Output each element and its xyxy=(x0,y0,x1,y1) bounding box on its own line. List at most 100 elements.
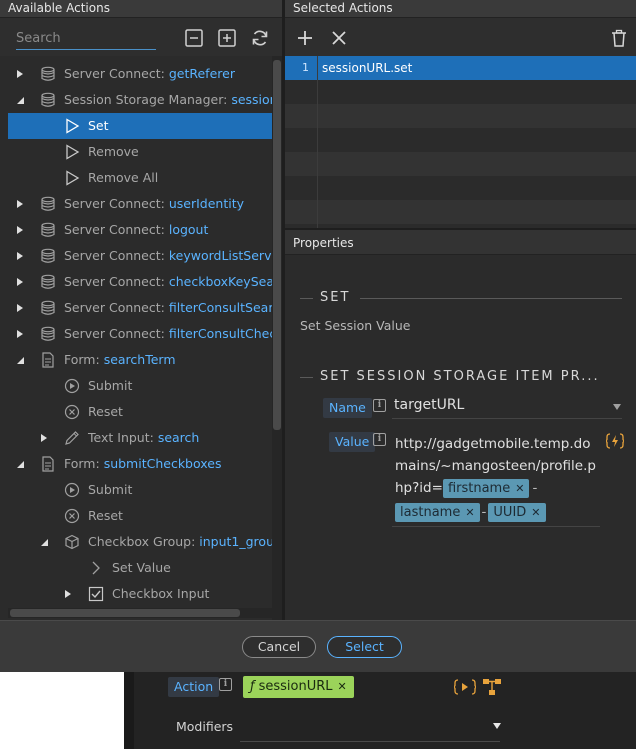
token-label: UUID xyxy=(493,505,527,520)
tree-item[interactable]: Server Connect: filterConsultSearch xyxy=(8,295,272,321)
caret-down-icon[interactable] xyxy=(16,460,24,468)
token-lastname[interactable]: lastname ✕ xyxy=(395,503,480,522)
action-picker-icon[interactable] xyxy=(454,679,476,695)
tree-item-type: Form: xyxy=(64,456,104,471)
actions-tree: Server Connect: getReferer Session Storag… xyxy=(8,61,272,617)
tree-item[interactable]: Reset xyxy=(8,503,272,529)
tree-item[interactable]: Form: submitCheckboxes xyxy=(8,451,272,477)
tree-item-type: Submit xyxy=(88,378,133,393)
chevron-down-icon[interactable] xyxy=(612,403,622,411)
section-rule xyxy=(300,298,313,299)
tree-item-label: Set Value xyxy=(112,555,171,581)
database-icon xyxy=(41,66,55,81)
tree-item-label: Remove All xyxy=(88,165,158,191)
chevron-down-icon[interactable] xyxy=(493,722,501,730)
trash-icon[interactable] xyxy=(609,28,629,48)
properties-splitter[interactable] xyxy=(285,228,636,230)
caret-right-icon[interactable] xyxy=(16,200,24,208)
token-remove-icon[interactable]: ✕ xyxy=(465,506,474,519)
caret-right-icon[interactable] xyxy=(16,304,24,312)
caret-right-icon[interactable] xyxy=(64,590,72,598)
info-icon[interactable]: i xyxy=(373,433,386,446)
play-icon xyxy=(66,170,80,186)
caret-right-icon[interactable] xyxy=(16,252,24,260)
token-remove-icon[interactable]: ✕ xyxy=(338,680,347,693)
selected-action-text[interactable]: sessionURL.set xyxy=(322,56,412,80)
database-icon xyxy=(41,274,55,289)
name-input[interactable]: targetURL xyxy=(394,397,464,413)
tree-item-type: Server Connect: xyxy=(64,196,169,211)
tree-item-type: Submit xyxy=(88,482,133,497)
submit-icon xyxy=(64,378,80,394)
tree-item[interactable]: Submit xyxy=(8,477,272,503)
tree-item-name: searchTerm xyxy=(103,352,176,367)
tree-item-type: Session Storage Manager: xyxy=(64,92,232,107)
refresh-icon[interactable] xyxy=(250,28,270,48)
caret-down-icon[interactable] xyxy=(16,96,24,104)
expand-all-icon[interactable] xyxy=(217,28,237,48)
tree-item[interactable]: Set xyxy=(8,113,272,139)
empty-row xyxy=(285,104,636,128)
caret-right-icon[interactable] xyxy=(16,278,24,286)
dialog-footer xyxy=(0,620,636,672)
form-icon xyxy=(42,352,54,368)
caret-right-icon[interactable] xyxy=(16,226,24,234)
caret-right-icon[interactable] xyxy=(16,70,24,78)
tree-item[interactable]: Form: searchTerm xyxy=(8,347,272,373)
pencil-icon xyxy=(65,431,79,445)
tree-item[interactable]: Server Connect: getReferer xyxy=(8,61,272,87)
action-token[interactable]: ƒ sessionURL ✕ xyxy=(243,676,354,698)
select-button[interactable]: Select xyxy=(327,636,402,658)
close-icon[interactable] xyxy=(329,28,349,48)
tree-item[interactable]: Server Connect: userIdentity xyxy=(8,191,272,217)
token-remove-icon[interactable]: ✕ xyxy=(531,506,540,519)
tree-item[interactable]: Remove xyxy=(8,139,272,165)
database-icon xyxy=(41,196,55,211)
value-label: Value xyxy=(329,432,376,452)
caret-right-icon[interactable] xyxy=(16,330,24,338)
tree-item[interactable]: Server Connect: checkboxKeySearch xyxy=(8,269,272,295)
tree-item[interactable]: Server Connect: keywordListServconnect xyxy=(8,243,272,269)
value-text-prefix: hp?id= xyxy=(395,480,443,496)
tree-item-name: search xyxy=(157,430,200,445)
cancel-button[interactable]: Cancel xyxy=(242,636,316,658)
tree-item-label: Form: submitCheckboxes xyxy=(64,451,221,477)
caret-right-icon[interactable] xyxy=(40,434,48,442)
token-firstname[interactable]: firstname ✕ xyxy=(442,479,530,498)
tree-item[interactable]: Server Connect: filterConsultCheckbox xyxy=(8,321,272,347)
tree-item[interactable]: Reset xyxy=(8,399,272,425)
tree-item[interactable]: Remove All xyxy=(8,165,272,191)
caret-down-icon[interactable] xyxy=(16,356,24,364)
tree-item[interactable]: Server Connect: logout xyxy=(8,217,272,243)
tree-item[interactable]: Session Storage Manager: sessionURL xyxy=(8,87,272,113)
tree-item-label: Text Input: search xyxy=(88,425,199,451)
flow-icon[interactable] xyxy=(482,678,502,696)
token-uuid[interactable]: UUID ✕ xyxy=(488,503,546,522)
tree-item[interactable]: Submit xyxy=(8,373,272,399)
value-editor[interactable]: http://gadgetmobile.temp.do mains/~mango… xyxy=(395,433,600,523)
tree-scrollbar-thumb[interactable] xyxy=(273,60,281,430)
search-input[interactable] xyxy=(16,28,156,50)
tree-item-name: filterConsultCheckbox xyxy=(168,326,272,341)
tree-item-type: Set xyxy=(88,118,109,133)
tree-item-name: input1_group xyxy=(199,534,272,549)
empty-row xyxy=(285,200,636,224)
checkbox-icon xyxy=(88,586,104,602)
database-icon xyxy=(41,300,55,315)
caret-down-icon[interactable] xyxy=(40,538,48,546)
available-actions-title: Available Actions xyxy=(8,1,110,15)
tree-hscrollbar-thumb[interactable] xyxy=(10,609,240,617)
tree-item[interactable]: Set Value xyxy=(8,555,272,581)
dynamic-data-icon[interactable] xyxy=(606,433,624,449)
tree-item-label: Server Connect: filterConsultCheckbox xyxy=(64,321,272,347)
tree-item[interactable]: Checkbox Group: input1_group xyxy=(8,529,272,555)
token-remove-icon[interactable]: ✕ xyxy=(515,482,524,495)
info-icon[interactable]: i xyxy=(219,678,232,691)
modifiers-label: Modifiers xyxy=(176,719,234,734)
section-set-description: Set Session Value xyxy=(300,318,411,333)
add-icon[interactable] xyxy=(295,28,315,48)
tree-item[interactable]: Checkbox Input xyxy=(8,581,272,607)
tree-item[interactable]: Text Input: search xyxy=(8,425,272,451)
info-icon[interactable]: i xyxy=(373,399,386,412)
collapse-all-icon[interactable] xyxy=(184,28,204,48)
